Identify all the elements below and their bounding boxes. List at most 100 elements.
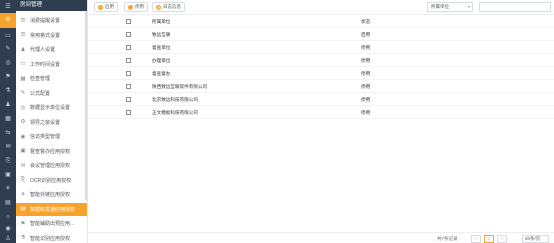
- sidebar-item[interactable]: ▭ 工作时间设置: [16, 58, 87, 71]
- column-header-unit: 所属单位: [152, 19, 171, 24]
- menu-item-icon: ◉: [20, 133, 26, 140]
- sidebar-item-label: 数据收发通应用授权: [30, 206, 76, 213]
- toolbar-button[interactable]: + 启用: [94, 2, 118, 12]
- menu-item-icon: ▤: [20, 206, 26, 212]
- sidebar-item[interactable]: ⚑ 智能辅助出预应用...: [16, 217, 87, 230]
- sidebar-item[interactable]: ⚗ 智能识别应用授权: [16, 232, 87, 243]
- row-checkbox[interactable]: [126, 84, 131, 89]
- sidebar-item-label: 督查督办应用授权: [30, 148, 71, 155]
- rail-icon[interactable]: ⚑: [4, 74, 12, 81]
- rail-icon[interactable]: ◉: [4, 226, 12, 233]
- sidebar-item[interactable]: ♟ 代理人设置: [16, 43, 87, 56]
- row-checkbox[interactable]: [126, 71, 131, 76]
- table-row[interactable]: 致远互联 启用: [88, 28, 554, 41]
- total-records: 共7条记录: [437, 236, 458, 241]
- menu-item-icon: ⚗: [20, 235, 26, 241]
- table-row[interactable]: 督查督办 停用: [88, 67, 554, 80]
- sidebar-item[interactable]: ▦ 检查管理: [16, 72, 87, 85]
- sidebar-item-label: 数据显示单位设置: [30, 105, 71, 111]
- rail-icon[interactable]: ☰: [4, 4, 12, 11]
- rail-icon[interactable]: ✎: [4, 46, 12, 53]
- row-checkbox[interactable]: [126, 97, 131, 102]
- table-row[interactable]: 督查单位 停用: [88, 41, 554, 54]
- rail-icon[interactable]: ⚘: [4, 186, 12, 193]
- toolbar: + 启用 – 停用 ⟳ 日志信息 所属单位 ▾: [88, 0, 554, 15]
- sidebar-item[interactable]: ▣ 督查督办应用授权: [16, 145, 87, 158]
- menu-item-icon: ♟: [20, 46, 26, 53]
- menu-item-icon: ⎘: [20, 176, 26, 183]
- rail-icon[interactable]: ▭: [4, 33, 12, 40]
- menu-item-icon: ✉: [20, 162, 26, 169]
- unit-cell: 督查督办: [152, 71, 171, 76]
- state-cell: 停用: [361, 45, 371, 50]
- rail-icon[interactable]: ▤: [4, 200, 12, 207]
- table-row[interactable]: 北京致远科技有限公司 停用: [88, 93, 554, 106]
- unit-cell: 北京致远科技有限公司: [152, 97, 198, 102]
- menu-item-icon: ◎: [20, 104, 26, 111]
- rail-icon[interactable]: ⎘: [4, 158, 12, 165]
- table-row[interactable]: 陕西致远互联软件有限公司 停用: [88, 80, 554, 93]
- sidebar-item[interactable]: ✉ 会议管理应用授权: [16, 159, 87, 172]
- sidebar-item[interactable]: ✎ 公式配置: [16, 87, 87, 100]
- sidebar-item[interactable]: ⎘ OCR识别应用授权: [16, 174, 87, 187]
- menu-item-icon: ▭: [20, 61, 26, 67]
- search-input[interactable]: [479, 2, 551, 12]
- pagination: 共7条记录 ‹ 1 › 20条/页: [88, 232, 554, 243]
- sidebar-item[interactable]: ◉ 信访类型管理: [16, 130, 87, 143]
- menu-item-icon: ☰: [20, 32, 26, 38]
- rail-icon[interactable]: ▣: [4, 172, 12, 179]
- row-checkbox[interactable]: [126, 58, 131, 63]
- prev-page-button[interactable]: ‹: [471, 235, 481, 243]
- sidebar-menu: 房间管理 ☰ 消费提醒设置 ☰ 常用格式设置 ♟ 代理人设置 ▭ 工作时间设置 ▦ 检查管理 ✎ 公式…: [16, 0, 88, 243]
- unit-cell: 致远互联: [152, 32, 171, 37]
- page-size-select[interactable]: 20条/页: [522, 235, 549, 243]
- state-cell: 停用: [361, 110, 371, 115]
- table-row[interactable]: 正文模板科技有限公司 停用: [88, 106, 554, 119]
- sidebar-item[interactable]: ⚘ 智能外链应用授权: [16, 188, 87, 201]
- page-number-button[interactable]: 1: [484, 235, 494, 243]
- unit-filter-select[interactable]: 所属单位 ▾: [427, 2, 473, 12]
- sidebar-item[interactable]: ▤ 数据收发通应用授权: [16, 202, 87, 216]
- toolbar-button-label: 日志信息: [163, 4, 181, 9]
- row-checkbox[interactable]: [126, 45, 131, 50]
- toolbar-button[interactable]: ⟳ 日志信息: [152, 2, 185, 12]
- rail-icon[interactable]: ▦: [4, 116, 12, 123]
- state-cell: 停用: [361, 71, 371, 76]
- select-all-checkbox[interactable]: [126, 19, 131, 24]
- row-checkbox[interactable]: [126, 32, 131, 37]
- sidebar-scrollbar[interactable]: [85, 11, 87, 201]
- toolbar-button-icon: ⟳: [156, 4, 161, 10]
- rail-icon[interactable]: ♟: [4, 102, 12, 109]
- sidebar-item-label: 常用格式设置: [30, 32, 61, 39]
- rail-icon[interactable]: ⚗: [4, 88, 12, 95]
- table-row[interactable]: 办理单位 停用: [88, 54, 554, 67]
- sidebar-item-label: 会议管理应用授权: [30, 163, 71, 169]
- sidebar-item[interactable]: ☰ 常用格式设置: [16, 29, 87, 42]
- sidebar-item[interactable]: ◎ 数据显示单位设置: [16, 101, 87, 114]
- rail-icon[interactable]: ☼: [4, 214, 12, 221]
- sidebar-item-label: 检查管理: [30, 76, 51, 82]
- unit-cell: 督查单位: [152, 45, 171, 50]
- menu-item-icon: ☰: [20, 17, 26, 24]
- row-checkbox[interactable]: [126, 110, 131, 115]
- table-header-row: 所属单位 状态: [88, 15, 554, 28]
- menu-item-icon: ▦: [20, 75, 26, 82]
- toolbar-button-label: 启用: [105, 4, 114, 9]
- rail-icon[interactable]: ◎: [4, 60, 12, 67]
- rail-icon[interactable]: ⚙: [0, 13, 16, 28]
- sidebar-item[interactable]: ⚙ 领导之窗设置: [16, 116, 87, 129]
- menu-item-icon: ⚙: [20, 119, 26, 125]
- unit-cell: 正文模板科技有限公司: [152, 110, 198, 115]
- toolbar-button[interactable]: – 停用: [124, 2, 148, 12]
- rail-icon[interactable]: ⇆: [4, 130, 12, 137]
- sidebar-item[interactable]: ☰ 消费提醒设置: [16, 14, 87, 27]
- sidebar-item-label: 工作时间设置: [30, 61, 61, 68]
- menu-item-icon: ⚘: [20, 191, 26, 198]
- next-page-button[interactable]: ›: [497, 235, 507, 243]
- rail-icon[interactable]: ✉: [4, 144, 12, 151]
- sidebar-item-label: 消费提醒设置: [30, 18, 61, 24]
- state-cell: 停用: [361, 58, 371, 63]
- menu-item-icon: ⚑: [20, 220, 26, 227]
- unit-filter-label: 所属单位: [431, 4, 449, 9]
- rail-icon[interactable]: ♙: [4, 236, 12, 243]
